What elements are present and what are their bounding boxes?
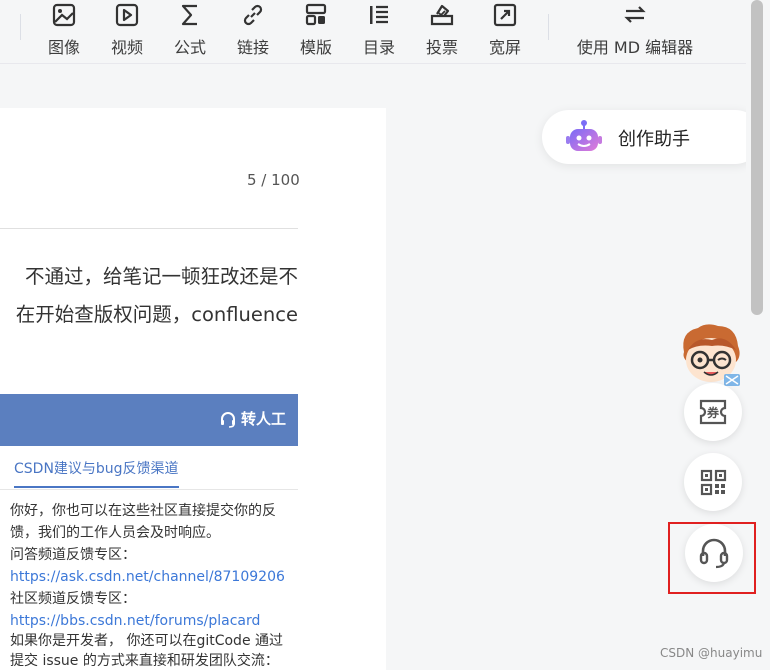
switch-arrows-icon bbox=[624, 6, 646, 23]
toolbar-widescreen-label: 宽屏 bbox=[488, 38, 521, 57]
toolbar-vote-label: 投票 bbox=[425, 38, 458, 57]
highlight-box bbox=[668, 522, 756, 594]
message-line: 提交 issue 的方式来直接和研发团队交流： bbox=[10, 653, 279, 669]
robot-icon bbox=[566, 120, 602, 151]
title-char-counter: 5 / 100 bbox=[247, 171, 300, 189]
tab-feedback-channel: CSDN建议与bug反馈渠道 bbox=[14, 458, 179, 488]
widescreen-icon bbox=[493, 3, 517, 27]
image-icon bbox=[52, 3, 76, 27]
toolbar-template-label: 模版 bbox=[299, 38, 332, 57]
toolbar-template-button[interactable]: 模版 bbox=[286, 0, 346, 64]
toolbar-formula-label: 公式 bbox=[173, 38, 206, 57]
link-icon bbox=[243, 4, 263, 26]
message-line: 你好，你也可以在这些社区直接提交你的反 bbox=[10, 503, 276, 519]
toolbar-vote-button[interactable]: 投票 bbox=[412, 0, 472, 64]
template-icon bbox=[305, 3, 327, 26]
qr-code-icon bbox=[700, 469, 727, 496]
scrollbar-thumb[interactable] bbox=[751, 0, 763, 315]
transfer-to-human-button: 转人工 bbox=[219, 408, 286, 429]
toolbar-toc-button[interactable]: 目录 bbox=[349, 0, 409, 64]
ask-channel-link[interactable]: https://ask.csdn.net/channel/87109206 bbox=[10, 566, 290, 588]
title-divider bbox=[0, 228, 298, 229]
headset-icon bbox=[220, 411, 235, 428]
toolbar-video-label: 视频 bbox=[110, 38, 143, 57]
message-line: 如果你是开发者， 你还可以在gitCode 通过 bbox=[10, 633, 284, 649]
qr-code-button[interactable] bbox=[684, 453, 742, 511]
watermark: CSDN @huayimu bbox=[660, 646, 763, 660]
toolbar-image-button[interactable]: 图像 bbox=[34, 0, 94, 64]
toc-icon bbox=[370, 5, 388, 24]
toolbar-widescreen-button[interactable]: 宽屏 bbox=[475, 0, 535, 64]
mascot-avatar[interactable] bbox=[676, 322, 746, 390]
toolbar-divider bbox=[548, 14, 549, 40]
toolbar-link-button[interactable]: 链接 bbox=[223, 0, 283, 64]
embedded-tab-bar: CSDN建议与bug反馈渠道 bbox=[0, 446, 298, 490]
message-line: 问答频道反馈专区： bbox=[10, 547, 136, 563]
toolbar-image-label: 图像 bbox=[47, 38, 80, 57]
toolbar-divider bbox=[20, 14, 21, 40]
paragraph-line[interactable]: 不通过，给笔记一顿狂改还是不 bbox=[0, 264, 298, 290]
video-icon bbox=[115, 3, 139, 27]
toolbar-video-button[interactable]: 视频 bbox=[97, 0, 157, 64]
message-line: 馈，我们的工作人员会及时响应。 bbox=[10, 525, 220, 541]
use-md-editor-button[interactable]: 使用 MD 编辑器 bbox=[565, 0, 705, 64]
formula-icon bbox=[181, 4, 197, 26]
toolbar-toc-label: 目录 bbox=[362, 38, 395, 57]
paragraph-line[interactable]: 在开始查版权问题，confluence bbox=[0, 302, 298, 328]
toolbar-formula-button[interactable]: 公式 bbox=[160, 0, 220, 64]
creation-assistant-button[interactable]: 创作助手 bbox=[542, 110, 762, 164]
bbs-forum-link[interactable]: https://bbs.csdn.net/forums/placard bbox=[10, 610, 290, 632]
editor-toolbar: 图像 视频 公式 链接 模版 目录 投票 宽屏 使用 MD 编辑器 bbox=[0, 0, 746, 64]
creation-assistant-label: 创作助手 bbox=[618, 129, 690, 150]
coupon-icon: 券 bbox=[699, 399, 727, 425]
vote-icon bbox=[430, 4, 454, 26]
embedded-chat-header: 转人工 bbox=[0, 394, 298, 446]
message-line: 社区频道反馈专区： bbox=[10, 591, 136, 607]
coupon-label: 券 bbox=[706, 405, 720, 420]
coupon-button[interactable]: 券 bbox=[684, 383, 742, 441]
toolbar-link-label: 链接 bbox=[236, 38, 269, 57]
transfer-label: 转人工 bbox=[240, 410, 286, 428]
use-md-editor-label: 使用 MD 编辑器 bbox=[576, 38, 694, 57]
